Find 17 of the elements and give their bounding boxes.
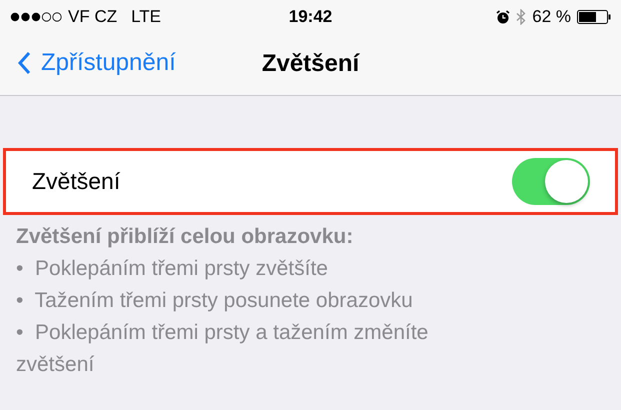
carrier-name: VF CZ — [68, 7, 118, 27]
footer-heading: Zvětšení přiblíží celou obrazovku: — [16, 224, 354, 250]
instruction-text: • Poklepáním třemi prsty a tažením změníte zvětšení — [16, 320, 430, 378]
back-chevron-icon — [18, 51, 31, 75]
screen-title: Zvětšení — [262, 50, 360, 78]
instruction-text: • Tažením třemi prsty posunete obrazovku — [16, 288, 414, 314]
bluetooth-icon — [516, 9, 526, 25]
battery-percentage: 62 % — [532, 7, 572, 27]
toggle-switch[interactable] — [512, 158, 590, 205]
battery-icon — [577, 10, 612, 24]
setting-label: Zvětšení — [32, 168, 120, 195]
back-button[interactable]: Zpřístupnění — [18, 49, 176, 77]
instruction-text: • Poklepáním třemi prsty zvětšíte — [16, 256, 329, 282]
signal-icon — [10, 12, 62, 22]
alarm-clock-icon — [496, 10, 510, 24]
network-type: LTE — [131, 7, 162, 27]
clock-time: 19:42 — [288, 7, 332, 27]
